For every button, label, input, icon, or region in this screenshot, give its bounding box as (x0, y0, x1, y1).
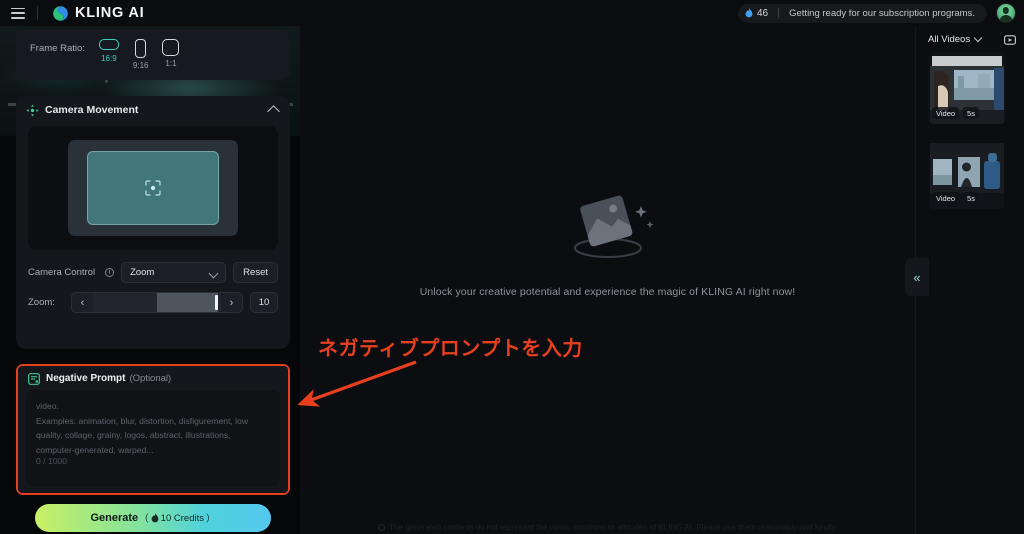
chevron-down-icon[interactable] (973, 33, 983, 42)
promo-message: Getting ready for our subscription progr… (789, 7, 975, 19)
cost-paren-close: ） (206, 514, 216, 525)
empty-image-placeholder-icon (548, 186, 668, 268)
chevron-left-icon[interactable]: ‹ (72, 293, 93, 312)
generate-button[interactable]: Generate （ 10 Credits ） (35, 504, 271, 532)
zoom-slider-group[interactable]: ‹ › (71, 292, 243, 313)
negative-prompt-header: Negative Prompt (Optional) (18, 366, 288, 390)
camera-movement-title: Camera Movement (45, 104, 139, 116)
ratio-16-9-label: 16:9 (101, 54, 117, 63)
zoom-value-input[interactable]: 10 (250, 292, 278, 313)
ratio-1-1-icon (162, 39, 180, 56)
negative-prompt-card: Negative Prompt (Optional) video. Exampl… (18, 366, 288, 493)
right-videos-panel: All Videos Video 5s Video 5s (915, 26, 1024, 534)
cost-amount: 10 Credits (160, 512, 204, 524)
camera-control-select[interactable]: Zoom (121, 262, 227, 283)
app-root: Creative Space Unlock your c (0, 0, 1024, 534)
annotation-arrow-icon (297, 360, 417, 407)
placeholder-line-4: computer-generated, warped... (36, 444, 154, 455)
frame-ratio-option-1-1[interactable]: 1:1 (162, 39, 180, 68)
placeholder-line-3: quality, collage, grainy, logos, abstrac… (36, 430, 231, 441)
camera-control-select-value: Zoom (130, 267, 155, 278)
collapse-right-panel-button[interactable]: « (905, 258, 929, 296)
video-thumbnail-item[interactable]: Video 5s (928, 137, 1006, 209)
zoom-slider-track[interactable] (93, 293, 221, 312)
generate-cost: （ 10 Credits ） (139, 511, 216, 526)
camera-movement-preview[interactable] (28, 126, 278, 250)
credits-promo-pill[interactable]: 46 Getting ready for our subscription pr… (738, 3, 987, 23)
negative-prompt-textarea[interactable]: video. Examples: animation, blur, distor… (26, 390, 280, 486)
placeholder-line-2: Examples: animation, blur, distortion, d… (36, 415, 249, 426)
thumbnail-type-badge: Video (932, 192, 960, 204)
camera-movement-header[interactable]: Camera Movement (16, 96, 290, 124)
negative-prompt-placeholder: video. Examples: animation, blur, distor… (36, 399, 270, 457)
ratio-9-16-label: 9:16 (132, 61, 149, 70)
pill-divider (778, 8, 780, 18)
double-chevron-left-icon: « (913, 269, 921, 285)
top-bar-right: 46 Getting ready for our subscription pr… (738, 3, 1024, 23)
chevron-down-icon (208, 268, 219, 279)
placeholder-line-1: video. (36, 401, 59, 411)
info-circle-icon (377, 524, 385, 531)
flame-icon (745, 8, 753, 18)
credits-count: 46 (757, 7, 769, 19)
user-avatar-icon[interactable] (996, 3, 1016, 23)
chevron-right-icon[interactable]: › (221, 293, 242, 312)
grid-layout-icon[interactable] (1004, 33, 1016, 45)
thumbnail-type-badge: Video (932, 107, 960, 119)
canvas-disclaimer: The generated contents do not represent … (300, 523, 915, 532)
ratio-9-16-icon (135, 39, 147, 58)
negative-prompt-icon (28, 372, 40, 385)
preview-outer-frame (68, 140, 238, 236)
negative-prompt-title: Negative Prompt (46, 372, 126, 384)
thumbnail-badges: Video 5s (932, 107, 979, 119)
cost-paren-open: （ (139, 514, 149, 525)
chevron-up-icon[interactable] (267, 105, 280, 118)
character-counter: 0 / 1000 (36, 456, 68, 466)
video-thumbnail-item[interactable]: Video 5s (928, 52, 1006, 124)
thumbnail-duration-badge: 5s (963, 107, 979, 119)
ratio-1-1-label: 1:1 (165, 59, 177, 68)
flame-icon (151, 513, 159, 523)
frame-ratio-option-9-16[interactable]: 9:16 (132, 39, 149, 70)
negative-prompt-highlight: Negative Prompt (Optional) video. Exampl… (16, 364, 290, 495)
frame-ratio-option-16-9[interactable]: 16:9 (98, 39, 119, 63)
disclaimer-text: The generated contents do not represent … (388, 523, 838, 532)
focus-target-icon (145, 180, 161, 196)
frame-ratio-label: Frame Ratio: (30, 43, 85, 54)
left-controls-panel: Frame Ratio: 16:9 9:16 1:1 Camera Moveme… (0, 26, 300, 534)
thumbnail-badges: Video 5s (932, 192, 979, 204)
reset-button[interactable]: Reset (233, 262, 278, 283)
brand-logo[interactable]: KLING AI (52, 5, 145, 22)
empty-state-caption: Unlock your creative potential and exper… (419, 286, 796, 298)
kling-logo-icon (52, 5, 69, 22)
annotation-text: ネガティブプロンプトを入力 (318, 338, 583, 360)
brand-name: KLING AI (75, 5, 145, 21)
zoom-slider-fill (157, 293, 218, 312)
zoom-slider-label: Zoom: (28, 297, 55, 308)
hamburger-icon[interactable] (11, 7, 25, 19)
camera-control-row: Camera Control i Zoom Reset (16, 262, 290, 283)
thumbnail-duration-badge: 5s (963, 192, 979, 204)
info-icon[interactable]: i (105, 268, 115, 277)
all-videos-header: All Videos (916, 26, 1024, 52)
zoom-slider-row: Zoom: ‹ › 10 (16, 292, 290, 313)
preview-inner-frame (87, 151, 219, 225)
camera-control-label: Camera Control (28, 267, 96, 278)
main-canvas: Unlock your creative potential and exper… (300, 26, 915, 534)
all-videos-title[interactable]: All Videos (928, 34, 970, 45)
ratio-16-9-icon (98, 39, 119, 50)
toolbar-divider (37, 6, 38, 20)
top-bar: KLING AI 46 Getting ready for our subscr… (0, 0, 1024, 26)
camera-movement-card: Camera Movement Camera Control i Zoom Re… (16, 96, 290, 349)
empty-state: Unlock your creative potential and exper… (300, 186, 915, 298)
frame-ratio-card: Frame Ratio: 16:9 9:16 1:1 (16, 30, 290, 80)
camera-movement-icon (26, 104, 39, 117)
negative-prompt-optional-label: (Optional) (129, 372, 172, 384)
generate-label: Generate (90, 512, 139, 524)
zoom-slider-handle[interactable] (215, 295, 218, 310)
